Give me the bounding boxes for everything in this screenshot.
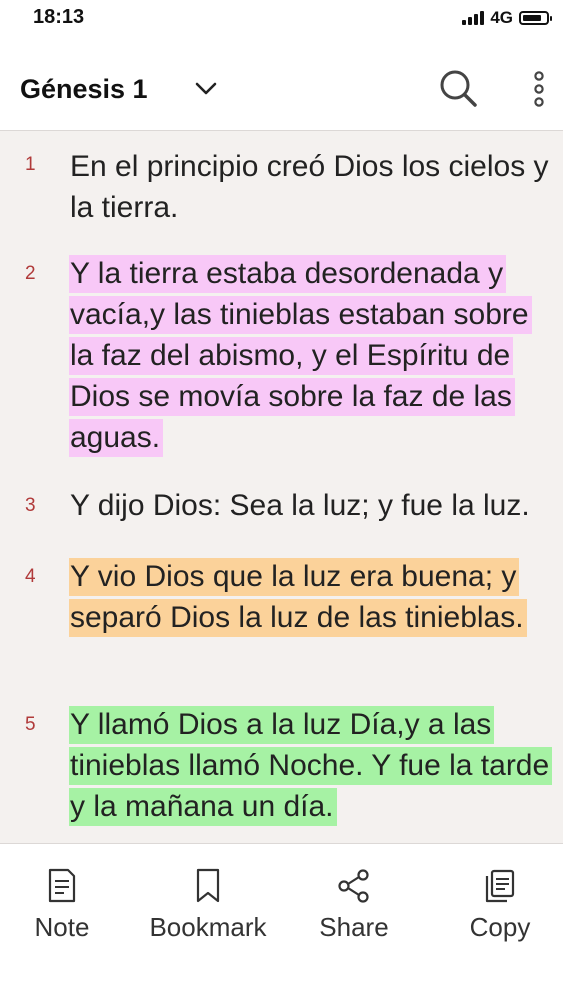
verse-text[interactable]: Y vio Dios que la luz era buena; y separ…	[69, 556, 559, 638]
verse-number: 2	[25, 263, 36, 284]
verse-text[interactable]: Y dijo Dios: Sea la luz; y fue la luz.	[69, 485, 559, 526]
bookmark-label: Bookmark	[149, 912, 267, 942]
verse-text[interactable]: Y la tierra estaba desordenada y vacía,y…	[69, 253, 559, 458]
chapter-content[interactable]: 1 En el principio creó Dios los cielos y…	[0, 131, 563, 843]
verse-number: 4	[25, 566, 36, 587]
bookmark-icon	[196, 868, 220, 903]
share-label: Share	[319, 912, 389, 942]
chapter-title[interactable]: Génesis 1	[20, 74, 148, 105]
verse-text-content: Y la tierra estaba desordenada y vacía,y…	[69, 255, 532, 457]
verse-text-content: En el principio creó Dios los cielos y l…	[70, 150, 549, 224]
signal-icon	[462, 11, 485, 25]
search-icon[interactable]	[436, 66, 480, 110]
bottom-action-bar: Note Bookmark Share Copy	[0, 843, 563, 1001]
copy-icon	[485, 869, 515, 903]
note-icon	[48, 868, 76, 903]
share-icon	[338, 869, 369, 903]
app-header: Génesis 1	[0, 36, 563, 131]
share-button[interactable]: Share	[289, 868, 419, 943]
note-button[interactable]: Note	[0, 868, 127, 943]
copy-label: Copy	[469, 912, 531, 942]
status-time: 18:13	[33, 6, 85, 28]
verse-text-content: Y dijo Dios: Sea la luz; y fue la luz.	[70, 489, 530, 522]
chevron-down-icon[interactable]	[193, 78, 219, 98]
status-indicators: 4G	[462, 8, 552, 28]
verse-text-content: Y llamó Dios a la luz Día,y a las tinieb…	[69, 706, 553, 826]
verse-text[interactable]: Y llamó Dios a la luz Día,y a las tinieb…	[69, 704, 559, 827]
verse-number: 5	[25, 714, 36, 735]
copy-button[interactable]: Copy	[435, 868, 563, 943]
verse-number: 1	[25, 154, 36, 175]
verse-number: 3	[25, 495, 36, 516]
bookmark-button[interactable]: Bookmark	[143, 868, 273, 943]
verse-text[interactable]: En el principio creó Dios los cielos y l…	[69, 146, 559, 228]
verse-text-content: Y vio Dios que la luz era buena; y separ…	[69, 558, 527, 637]
battery-icon	[519, 11, 552, 25]
status-bar: 18:13 4G	[0, 0, 563, 36]
network-type: 4G	[490, 8, 513, 27]
note-label: Note	[34, 912, 90, 942]
more-options-icon[interactable]	[528, 70, 550, 110]
